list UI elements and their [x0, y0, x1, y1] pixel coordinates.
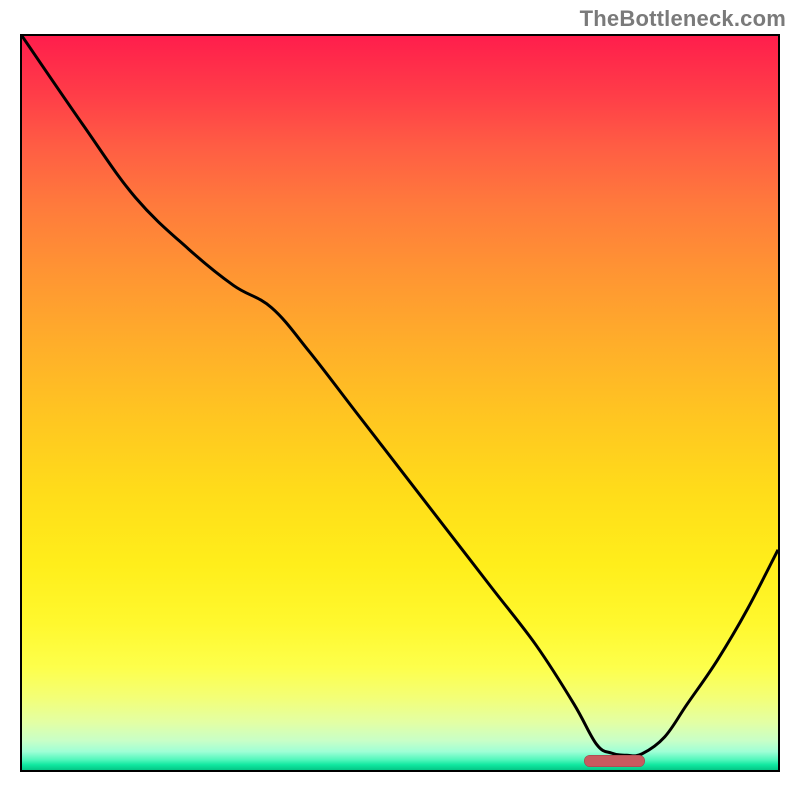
watermark-site-label: TheBottleneck.com	[580, 6, 786, 32]
chart-plot-area	[20, 34, 780, 772]
bottleneck-curve	[22, 36, 778, 770]
optimal-region-marker	[584, 755, 645, 767]
